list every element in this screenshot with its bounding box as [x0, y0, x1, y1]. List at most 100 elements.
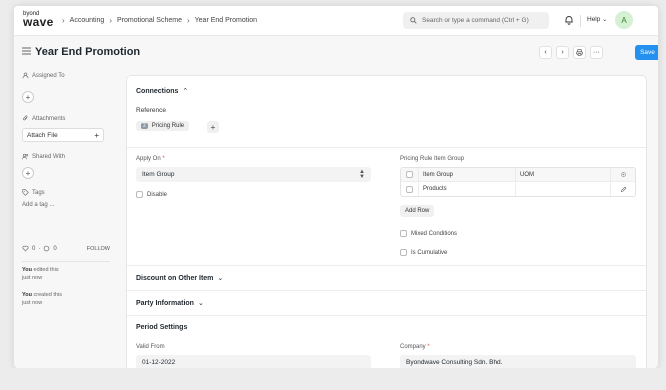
discount-other-item-title: Discount on Other Item [136, 274, 214, 282]
pricing-rule-count: 2 [141, 123, 148, 129]
table-row[interactable]: Products [401, 182, 635, 196]
required-indicator: * [162, 156, 165, 162]
chevron-down-icon: ⌄ [217, 275, 224, 282]
breadcrumb-separator-icon: › [62, 16, 65, 25]
add-share-button[interactable]: + [22, 167, 34, 179]
reference-label: Reference [136, 107, 166, 114]
tag-icon [22, 189, 29, 196]
activity-item: You created this just now [22, 292, 62, 308]
more-icon: ··· [593, 49, 600, 56]
row-checkbox[interactable] [406, 185, 413, 193]
help-label: Help [587, 16, 601, 23]
select-all-checkbox[interactable] [406, 171, 413, 178]
attach-file-button[interactable]: Attach File + [22, 128, 104, 142]
party-information-title: Party Information [136, 299, 194, 307]
next-button[interactable]: › [556, 46, 569, 59]
period-settings-section-title: Period Settings [136, 324, 187, 331]
mixed-conditions-label: Mixed Conditions [411, 230, 458, 237]
attachments-label: Attachments [22, 115, 65, 122]
activity-action: created this [33, 292, 62, 298]
search-placeholder: Search or type a command (Ctrl + G) [422, 17, 529, 24]
bell-icon[interactable] [564, 15, 574, 25]
settings-icon[interactable] [620, 171, 627, 178]
table-cell-item-group[interactable]: Products [419, 182, 516, 196]
column-header-item-group: Item Group [419, 168, 516, 181]
likes-comments-row: 0 · 0 FOLLOW [22, 245, 110, 252]
disable-checkbox-row[interactable]: Disable [136, 191, 167, 198]
add-tag-link[interactable]: Add a tag ... [22, 202, 54, 208]
shared-with-text: Shared With [32, 153, 66, 160]
follow-button[interactable]: FOLLOW [87, 246, 110, 252]
activity-time: just now [22, 299, 43, 306]
more-button[interactable]: ··· [590, 46, 603, 59]
breadcrumb-separator-icon: › [109, 16, 112, 25]
previous-button[interactable]: ‹ [539, 46, 552, 59]
assigned-to-label: Assigned To [22, 72, 65, 79]
chevron-right-icon: › [561, 49, 564, 56]
select-arrows-icon: ▲ ▼ [359, 169, 365, 180]
page-title: Year End Promotion [35, 46, 141, 58]
plus-icon: + [25, 168, 31, 178]
apply-on-label: Apply On * [136, 156, 165, 162]
mixed-conditions-row[interactable]: Mixed Conditions [400, 230, 457, 237]
company-label-text: Company [400, 344, 426, 350]
edit-icon[interactable] [620, 186, 627, 193]
user-icon [22, 72, 29, 79]
valid-from-input[interactable]: 01-12-2022 [136, 355, 371, 368]
attachments-text: Attachments [32, 115, 66, 122]
add-assignee-button[interactable]: + [22, 91, 34, 103]
apply-on-value: Item Group [142, 171, 175, 178]
add-row-button[interactable]: Add Row [400, 205, 435, 217]
avatar[interactable]: A [615, 11, 633, 29]
section-divider [127, 265, 646, 266]
tags-label: Tags [22, 189, 45, 196]
brand-logo[interactable]: byond wave [23, 11, 54, 28]
menu-icon[interactable] [22, 47, 31, 55]
breadcrumb-current[interactable]: Year End Promotion [195, 17, 257, 24]
help-dropdown[interactable]: Help ⌄ [587, 16, 607, 23]
plus-icon: + [210, 122, 216, 132]
discount-other-item-section-toggle[interactable]: Discount on Other Item ⌄ [136, 274, 224, 283]
period-settings-title: Period Settings [136, 324, 188, 331]
section-divider [127, 315, 646, 316]
section-divider [127, 147, 646, 148]
breadcrumb-accounting[interactable]: Accounting [70, 17, 105, 24]
comment-icon[interactable] [43, 245, 50, 252]
connections-section-toggle[interactable]: Connections ⌃ [136, 87, 189, 96]
save-button[interactable]: Save [635, 45, 658, 60]
table-cell-uom[interactable] [516, 182, 611, 196]
party-information-section-toggle[interactable]: Party Information ⌄ [136, 299, 204, 308]
form-card: Connections ⌃ Reference 2 Pricing Rule +… [126, 75, 647, 368]
search-input[interactable]: Search or type a command (Ctrl + G) [403, 12, 549, 29]
is-cumulative-checkbox[interactable] [400, 249, 407, 256]
app-window: byond wave › Accounting › Promotional Sc… [14, 6, 658, 368]
item-group-table: Item Group UOM Products [400, 167, 636, 197]
activity-action: edited this [33, 267, 59, 273]
shared-with-label: Shared With [22, 153, 65, 160]
sidebar-divider [22, 261, 110, 262]
company-label: Company * [400, 344, 430, 350]
pricing-rule-item-group-label: Pricing Rule Item Group [400, 156, 465, 162]
heart-icon[interactable] [22, 245, 29, 252]
page-background [0, 368, 666, 390]
connections-title: Connections [136, 87, 179, 95]
chevron-down-icon: ⌄ [602, 17, 608, 23]
comment-count: 0 [53, 245, 57, 252]
avatar-initial: A [621, 15, 627, 25]
is-cumulative-row[interactable]: Is Cumulative [400, 249, 447, 256]
plus-icon: + [25, 92, 31, 102]
breadcrumb-separator-icon: › [186, 16, 190, 25]
breadcrumb-promotional-scheme[interactable]: Promotional Scheme [117, 17, 182, 24]
print-button[interactable] [573, 46, 586, 59]
company-input[interactable]: Byondwave Consulting Sdn. Bhd. [400, 355, 636, 368]
apply-on-select[interactable]: Item Group ▲ ▼ [136, 167, 371, 182]
chevron-up-icon: ⌃ [182, 88, 189, 95]
mixed-conditions-checkbox[interactable] [400, 230, 407, 237]
is-cumulative-label: Is Cumulative [411, 249, 448, 256]
pricing-rule-link[interactable]: 2 Pricing Rule [136, 121, 190, 131]
dot-separator: · [38, 245, 41, 252]
disable-checkbox[interactable] [136, 191, 143, 198]
add-pricing-rule-button[interactable]: + [207, 121, 219, 133]
logo-main-text: wave [23, 15, 54, 29]
printer-icon [576, 49, 583, 56]
